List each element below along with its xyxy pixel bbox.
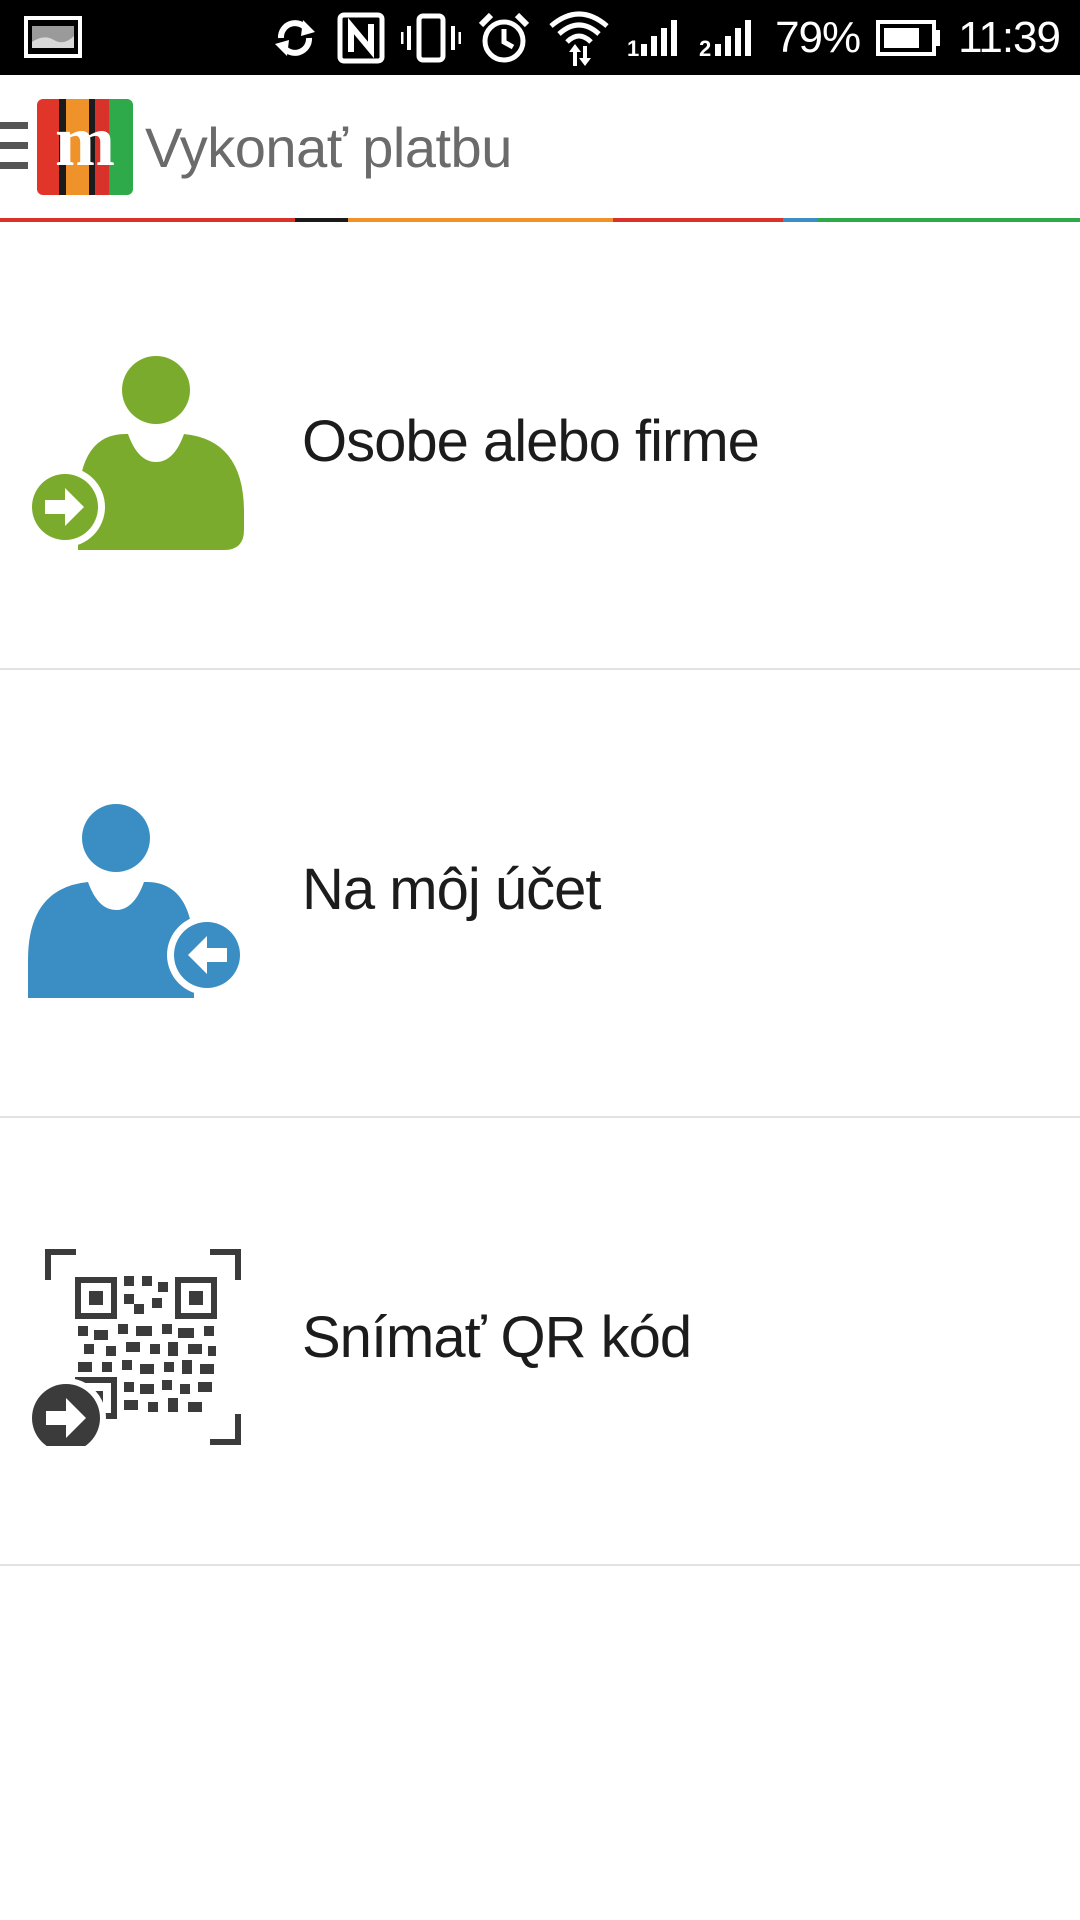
page-title: Vykonať platbu	[145, 116, 512, 179]
person-send-icon	[28, 356, 244, 550]
signal-sim2-icon: 2	[699, 19, 752, 58]
hamburger-menu-icon[interactable]	[0, 120, 30, 172]
battery-percent: 79%	[775, 12, 861, 62]
option-label: Snímať QR kód	[302, 1305, 692, 1370]
status-bar: 1 2 79% 11:39	[0, 0, 1080, 75]
svg-text:1: 1	[627, 36, 639, 58]
vibrate-icon	[401, 13, 462, 62]
option-scan-qr[interactable]: Snímať QR kód	[0, 1118, 1080, 1566]
app-logo-letter: m	[55, 101, 115, 181]
app-bar: m Vykonať platbu	[0, 75, 1080, 220]
payment-options-list: Osobe alebo firme Na môj účet Snímať QR …	[0, 222, 1080, 1566]
notification-image-icon	[24, 16, 82, 58]
option-person-or-company[interactable]: Osobe alebo firme	[0, 222, 1080, 670]
qr-scan-icon	[28, 1249, 241, 1446]
status-icons: 1 2 79% 11:39	[269, 0, 1061, 75]
clock: 11:39	[958, 12, 1061, 62]
battery-icon	[876, 19, 941, 56]
svg-text:2: 2	[699, 36, 711, 58]
option-label: Osobe alebo firme	[302, 409, 760, 474]
option-label: Na môj účet	[302, 857, 601, 922]
signal-sim1-icon: 1	[627, 19, 678, 58]
app-logo[interactable]: m	[37, 99, 133, 195]
nfc-icon	[337, 12, 385, 63]
option-my-account[interactable]: Na môj účet	[0, 670, 1080, 1118]
alarm-icon	[478, 12, 530, 62]
wifi-icon	[549, 11, 609, 66]
sync-icon	[275, 19, 316, 56]
person-receive-icon	[28, 804, 244, 998]
